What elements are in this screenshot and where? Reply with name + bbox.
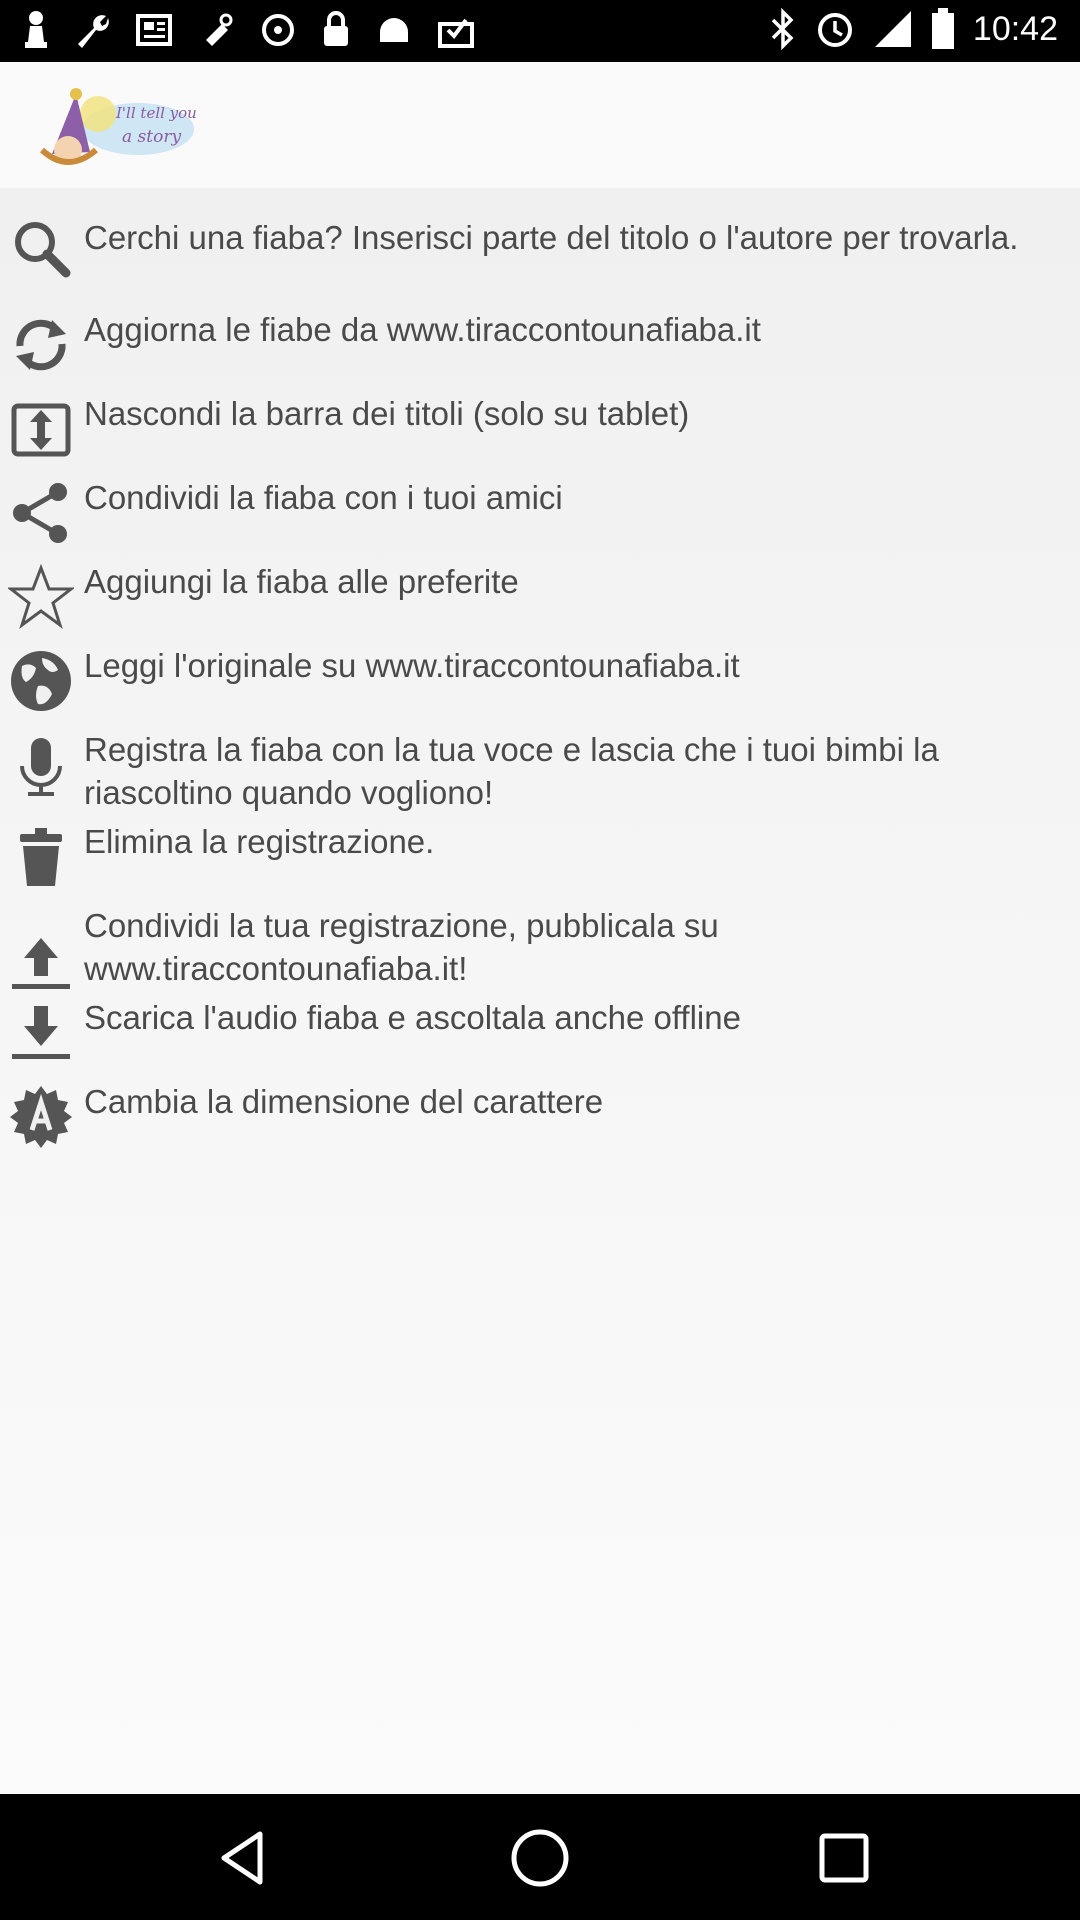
logo-text-line2: a story xyxy=(122,127,181,147)
list-item-label: Nascondi la barra dei titoli (solo su ta… xyxy=(84,395,690,432)
recents-icon xyxy=(819,1833,869,1883)
list-item-label: Condividi la fiaba con i tuoi amici xyxy=(84,479,563,516)
signal-icon xyxy=(873,9,913,49)
news-icon xyxy=(134,10,174,50)
inbox-check-icon xyxy=(436,10,476,50)
alarm-icon xyxy=(815,8,855,50)
list-item-label: Cambia la dimensione del carattere xyxy=(84,1083,604,1120)
list-item-label: Elimina la registrazione. xyxy=(84,823,435,860)
bluetooth-icon xyxy=(769,8,797,50)
battery-icon xyxy=(931,8,955,50)
download-icon xyxy=(8,1002,74,1068)
sync-icon xyxy=(258,10,298,50)
back-icon xyxy=(221,1831,263,1885)
recents-button[interactable] xyxy=(812,1826,876,1890)
home-icon xyxy=(511,1829,569,1887)
status-bar: 10:42 xyxy=(0,0,1080,62)
navigation-bar xyxy=(0,1794,1080,1920)
list-item-label: Cerchi una fiaba? Inserisci parte del ti… xyxy=(84,219,1019,256)
back-button[interactable] xyxy=(212,1826,276,1890)
font-size-icon xyxy=(8,1084,74,1150)
fake-gps-icon xyxy=(196,10,236,50)
android-icon xyxy=(374,10,414,50)
list-item-label: Condividi la tua registrazione, pubblica… xyxy=(84,907,719,987)
list-item-label: Aggiungi la fiaba alle preferite xyxy=(84,563,519,600)
lock-icon xyxy=(320,10,352,50)
clock: 10:42 xyxy=(972,9,1058,48)
search-icon xyxy=(8,216,74,282)
microphone-icon xyxy=(8,734,74,800)
list-item-label: Leggi l'originale su www.tiraccontounafi… xyxy=(84,647,740,684)
upload-icon xyxy=(8,932,74,998)
app-logo[interactable]: I'll tell you a story xyxy=(38,84,198,170)
pawn-icon xyxy=(22,10,50,50)
list-item-label: Registra la fiaba con la tua voce e lasc… xyxy=(84,731,939,811)
refresh-icon xyxy=(8,312,74,378)
share-icon xyxy=(8,480,74,546)
list-item-label: Aggiorna le fiabe da www.tiraccontounafi… xyxy=(84,311,761,348)
home-button[interactable] xyxy=(508,1826,572,1890)
wrench-icon xyxy=(72,10,112,50)
help-list: Cerchi una fiaba? Inserisci parte del ti… xyxy=(0,188,1080,1794)
trash-icon xyxy=(8,824,74,890)
logo-text-line1: I'll tell you xyxy=(115,104,197,122)
expand-icon xyxy=(8,396,74,462)
globe-icon xyxy=(8,648,74,714)
star-icon xyxy=(6,563,76,630)
app-header: I'll tell you a story xyxy=(0,62,1080,190)
list-item-label: Scarica l'audio fiaba e ascoltala anche … xyxy=(84,999,741,1036)
